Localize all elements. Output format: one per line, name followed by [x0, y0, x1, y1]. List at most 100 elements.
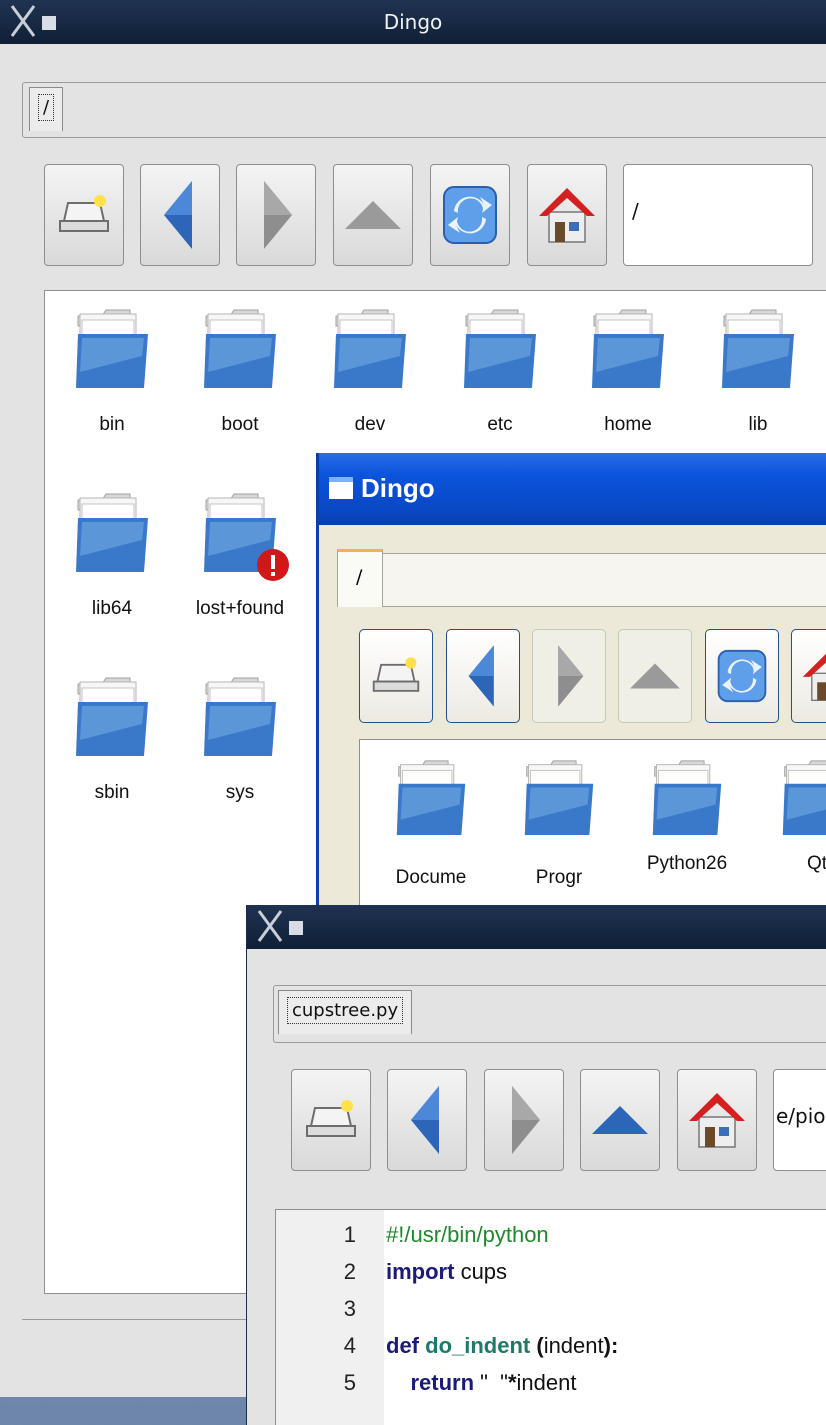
code-line: 5 return " "*indent [276, 1370, 826, 1402]
close-icon[interactable] [255, 909, 285, 943]
path-input[interactable]: e/piot [773, 1069, 826, 1171]
code-line: 3 [276, 1296, 826, 1328]
tab-strip [339, 553, 826, 607]
folder-item[interactable]: Python26 [627, 757, 747, 841]
folder-icon [460, 306, 540, 390]
title-bar[interactable]: Dingo [319, 453, 826, 525]
up-button[interactable] [618, 629, 692, 723]
folder-item[interactable]: etc [440, 306, 560, 436]
folder-icon-wrap [72, 674, 152, 758]
window-title: Dingo [361, 473, 435, 504]
folder-item[interactable]: dev [310, 306, 430, 436]
path-input[interactable]: / [623, 164, 813, 266]
up-button[interactable] [333, 164, 413, 266]
folder-item[interactable]: Progr [499, 757, 619, 841]
refresh-button[interactable] [430, 164, 510, 266]
code-token: return [386, 1370, 474, 1395]
folder-icon-wrap [200, 490, 280, 574]
line-text: #!/usr/bin/python [386, 1222, 549, 1248]
refresh-icon [715, 647, 769, 705]
back-button[interactable] [387, 1069, 467, 1171]
folder-label: lost+found [180, 598, 300, 620]
folder-icon-wrap [330, 306, 410, 390]
window-title: Dingo [0, 10, 826, 34]
code-token: " " [474, 1370, 508, 1395]
line-number: 2 [326, 1259, 356, 1285]
refresh-icon [440, 183, 500, 247]
folder-icon [72, 490, 152, 574]
forward-button[interactable] [484, 1069, 564, 1171]
drive-icon [303, 1096, 359, 1144]
folder-icon-wrap [200, 306, 280, 390]
editor-window: cupstree.py e/piot 1#!/usr [246, 905, 826, 1425]
title-bar[interactable]: Dingo [0, 0, 826, 44]
back-arrow-icon [465, 643, 501, 709]
up-button[interactable] [580, 1069, 660, 1171]
folder-icon [200, 306, 280, 390]
line-text: import cups [386, 1259, 507, 1285]
folder-label: Progr [499, 867, 619, 889]
folder-item[interactable]: sys [180, 674, 300, 804]
forward-arrow-icon [256, 179, 296, 251]
folder-item[interactable]: home [568, 306, 688, 436]
home-button[interactable] [791, 629, 826, 723]
folder-item[interactable]: lib [698, 306, 818, 436]
window-app-icon [329, 477, 353, 499]
tab-strip: / [22, 82, 826, 138]
back-arrow-icon [160, 179, 200, 251]
forward-arrow-icon [504, 1084, 544, 1156]
folder-icon [718, 306, 798, 390]
folder-icon [200, 674, 280, 758]
folder-icon-wrap [588, 306, 668, 390]
code-line: 1#!/usr/bin/python [276, 1222, 826, 1254]
drive-button[interactable] [359, 629, 433, 723]
up-arrow-icon [628, 660, 682, 692]
folder-icon-wrap [718, 306, 798, 390]
line-number: 3 [326, 1296, 356, 1322]
folder-icon-wrap [777, 757, 826, 841]
code-token: cups [454, 1259, 507, 1284]
maximize-icon[interactable] [289, 921, 303, 935]
folder-label: etc [440, 414, 560, 436]
folder-icon-wrap [72, 306, 152, 390]
folder-icon [588, 306, 668, 390]
folder-icon-wrap [460, 306, 540, 390]
folder-icon-wrap [72, 490, 152, 574]
forward-button[interactable] [236, 164, 316, 266]
home-button[interactable] [527, 164, 607, 266]
tab-file[interactable]: cupstree.py [278, 990, 412, 1034]
folder-label: Qt [757, 853, 826, 875]
back-button[interactable] [446, 629, 520, 723]
line-number: 4 [326, 1333, 356, 1359]
code-token: ( [536, 1333, 543, 1358]
folder-item[interactable]: sbin [52, 674, 172, 804]
folder-item[interactable]: lib64 [52, 490, 172, 620]
folder-icon-wrap [200, 674, 280, 758]
back-button[interactable] [140, 164, 220, 266]
folder-icon [779, 757, 826, 837]
code-editor[interactable]: 1#!/usr/bin/python2import cups34def do_i… [275, 1209, 826, 1425]
folder-label: boot [180, 414, 300, 436]
folder-item[interactable]: Qt [757, 757, 826, 841]
back-arrow-icon [407, 1084, 447, 1156]
home-button[interactable] [677, 1069, 757, 1171]
file-manager-window-xp: Dingo / [316, 453, 826, 913]
folder-label: sbin [52, 782, 172, 804]
code-token: indent [517, 1370, 577, 1395]
code-token: #!/usr/bin/python [386, 1222, 549, 1247]
drive-button[interactable] [291, 1069, 371, 1171]
code-token: import [386, 1259, 454, 1284]
folder-icon [393, 757, 469, 837]
folder-icon [330, 306, 410, 390]
title-bar[interactable] [247, 905, 826, 949]
tab-root[interactable]: / [29, 87, 63, 131]
forward-button[interactable] [532, 629, 606, 723]
drive-button[interactable] [44, 164, 124, 266]
folder-icon-wrap [647, 757, 727, 841]
tab-root[interactable]: / [337, 549, 383, 607]
folder-item[interactable]: lost+found [180, 490, 300, 620]
refresh-button[interactable] [705, 629, 779, 723]
folder-item[interactable]: Docume [371, 757, 491, 841]
folder-item[interactable]: boot [180, 306, 300, 436]
folder-item[interactable]: bin [52, 306, 172, 436]
